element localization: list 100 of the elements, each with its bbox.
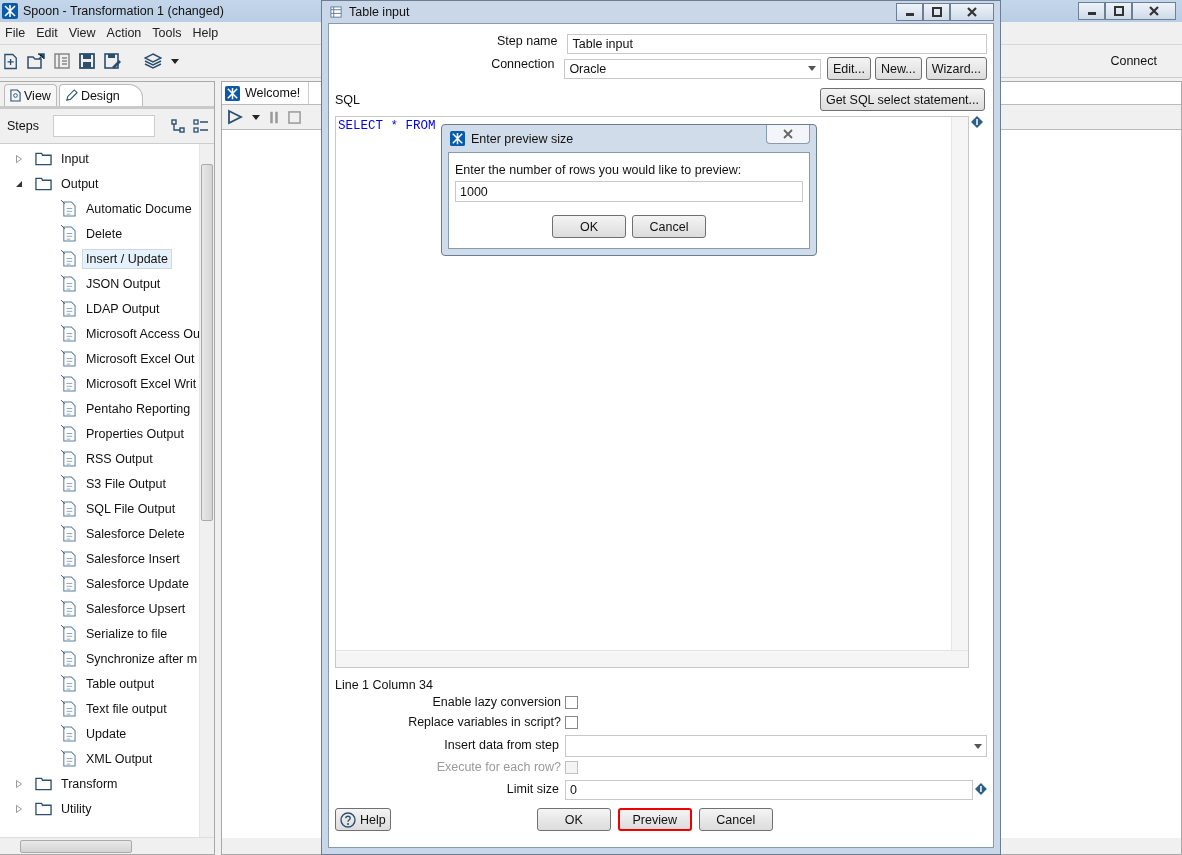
tree-item[interactable]: Serialize to file xyxy=(82,623,172,644)
tree-item[interactable]: Microsoft Excel Writ xyxy=(82,373,199,394)
collapse-tree-icon[interactable] xyxy=(170,119,185,133)
dropdown-arrow-icon xyxy=(974,743,982,749)
tree-item[interactable]: Synchronize after m xyxy=(82,648,199,669)
maximize-button[interactable] xyxy=(1105,2,1132,20)
connect-button[interactable]: Connect xyxy=(1110,54,1157,68)
tree-folder[interactable]: Output xyxy=(61,176,99,191)
step-icon xyxy=(61,325,76,342)
field-label: Step name xyxy=(496,34,559,48)
scrollbar[interactable] xyxy=(951,117,968,651)
folder-icon xyxy=(35,801,52,816)
layers-icon[interactable] xyxy=(144,53,162,69)
tree-item[interactable]: S3 File Output xyxy=(82,473,170,494)
perspective-tab[interactable]: View xyxy=(4,84,57,106)
tree-item[interactable]: Delete xyxy=(82,223,127,244)
search-field[interactable] xyxy=(52,115,155,137)
prompt-text: Enter the number of rows you would like to preview: xyxy=(455,163,743,177)
tree-item[interactable]: Properties Output xyxy=(82,423,188,444)
checkbox[interactable] xyxy=(565,715,578,729)
list-icon[interactable] xyxy=(54,53,70,69)
expand-arrow-icon[interactable] xyxy=(15,154,23,163)
tree-item[interactable]: JSON Output xyxy=(82,273,165,294)
tree-item[interactable]: XML Output xyxy=(82,748,157,769)
connection-dropdown[interactable]: Oracle xyxy=(564,58,821,79)
step-icon xyxy=(61,450,76,467)
pencil-icon xyxy=(64,89,78,102)
tree-item[interactable]: Table output xyxy=(82,673,159,694)
expand-arrow-icon[interactable] xyxy=(15,804,23,813)
step-icon xyxy=(61,550,76,567)
menu-item[interactable]: File xyxy=(5,26,26,40)
scrollbar[interactable] xyxy=(199,144,214,837)
close-button[interactable] xyxy=(1132,2,1176,20)
menu-item[interactable]: View xyxy=(68,26,96,40)
list-view-icon[interactable] xyxy=(192,119,209,133)
tree-folder[interactable]: Utility xyxy=(61,801,92,816)
tree-item[interactable]: Pentaho Reporting xyxy=(82,398,195,419)
tree-item[interactable]: LDAP Output xyxy=(82,298,164,319)
connection-button[interactable]: Wizard... xyxy=(925,57,987,80)
step-icon xyxy=(61,675,76,692)
minimize-button[interactable] xyxy=(1078,2,1105,20)
scrollbar[interactable] xyxy=(336,650,968,667)
tree-folder[interactable]: Input xyxy=(61,151,89,166)
open-folder-icon[interactable] xyxy=(27,53,45,69)
connection-button[interactable]: New... xyxy=(874,57,922,80)
tree-item[interactable]: Salesforce Insert xyxy=(82,548,184,569)
scrollbar[interactable] xyxy=(0,837,214,854)
checkbox[interactable] xyxy=(565,695,578,709)
get-sql-button[interactable]: Get SQL select statement... xyxy=(819,88,985,111)
step-icon xyxy=(61,575,76,592)
close-button[interactable] xyxy=(950,3,994,21)
dialog-button[interactable]: OK xyxy=(536,808,611,831)
rows-field[interactable]: 1000 xyxy=(455,181,803,202)
folder-icon xyxy=(35,776,52,791)
caret-icon[interactable] xyxy=(252,114,260,120)
tree-item[interactable]: Microsoft Access Ou xyxy=(82,323,199,344)
close-icon xyxy=(1148,6,1160,16)
step-icon xyxy=(61,625,76,642)
step-icon xyxy=(61,650,76,667)
minimize-button[interactable] xyxy=(896,3,923,21)
save-icon[interactable] xyxy=(79,53,95,69)
tree-item[interactable]: Text file output xyxy=(82,698,171,719)
run-icon[interactable] xyxy=(227,109,243,125)
maximize-button[interactable] xyxy=(923,3,950,21)
perspective-tab[interactable]: Design xyxy=(58,84,143,106)
step-icon xyxy=(61,250,76,267)
tree-item[interactable]: Insert / Update xyxy=(82,248,172,269)
tree-item[interactable]: Salesforce Delete xyxy=(82,523,189,544)
collapse-arrow-icon[interactable] xyxy=(15,179,23,188)
tree-item[interactable]: RSS Output xyxy=(82,448,157,469)
canvas-tab[interactable]: Welcome! xyxy=(222,82,310,104)
tree-item[interactable]: Automatic Docume xyxy=(82,198,196,219)
help-button[interactable]: Help xyxy=(335,808,391,831)
step-name-field[interactable]: Table input xyxy=(567,34,987,54)
caret-icon[interactable] xyxy=(171,58,179,64)
dialog-button[interactable]: Cancel xyxy=(698,808,773,831)
menu-item[interactable]: Edit xyxy=(36,26,58,40)
option-label: Limit size xyxy=(505,781,560,796)
window-title: Spoon - Transformation 1 (changed) xyxy=(23,4,224,18)
dialog-button[interactable]: Cancel xyxy=(632,215,706,238)
tree-item[interactable]: Microsoft Excel Out xyxy=(82,348,199,369)
tree-item[interactable]: SQL File Output xyxy=(82,498,180,519)
new-file-icon[interactable] xyxy=(4,52,18,70)
dialog-button[interactable]: OK xyxy=(552,215,626,238)
tree-item[interactable]: Salesforce Upsert xyxy=(82,598,190,619)
tree-folder[interactable]: Transform xyxy=(61,776,118,791)
tree-item[interactable]: Salesforce Update xyxy=(82,573,193,594)
connection-button[interactable]: Edit... xyxy=(826,57,871,80)
maximize-icon xyxy=(930,7,943,17)
menu-item[interactable]: Help xyxy=(192,26,219,40)
dialog-button[interactable]: Preview xyxy=(617,808,692,831)
limit-size-field[interactable]: 0 xyxy=(564,780,974,800)
menu-item[interactable]: Action xyxy=(106,26,142,40)
menu-item[interactable]: Tools xyxy=(152,26,182,40)
step-icon xyxy=(61,725,76,742)
expand-arrow-icon[interactable] xyxy=(15,779,23,788)
tree-item[interactable]: Update xyxy=(82,723,131,744)
save-as-icon[interactable] xyxy=(104,53,121,69)
option-label: Enable lazy conversion xyxy=(431,695,562,709)
step-icon xyxy=(61,525,76,542)
